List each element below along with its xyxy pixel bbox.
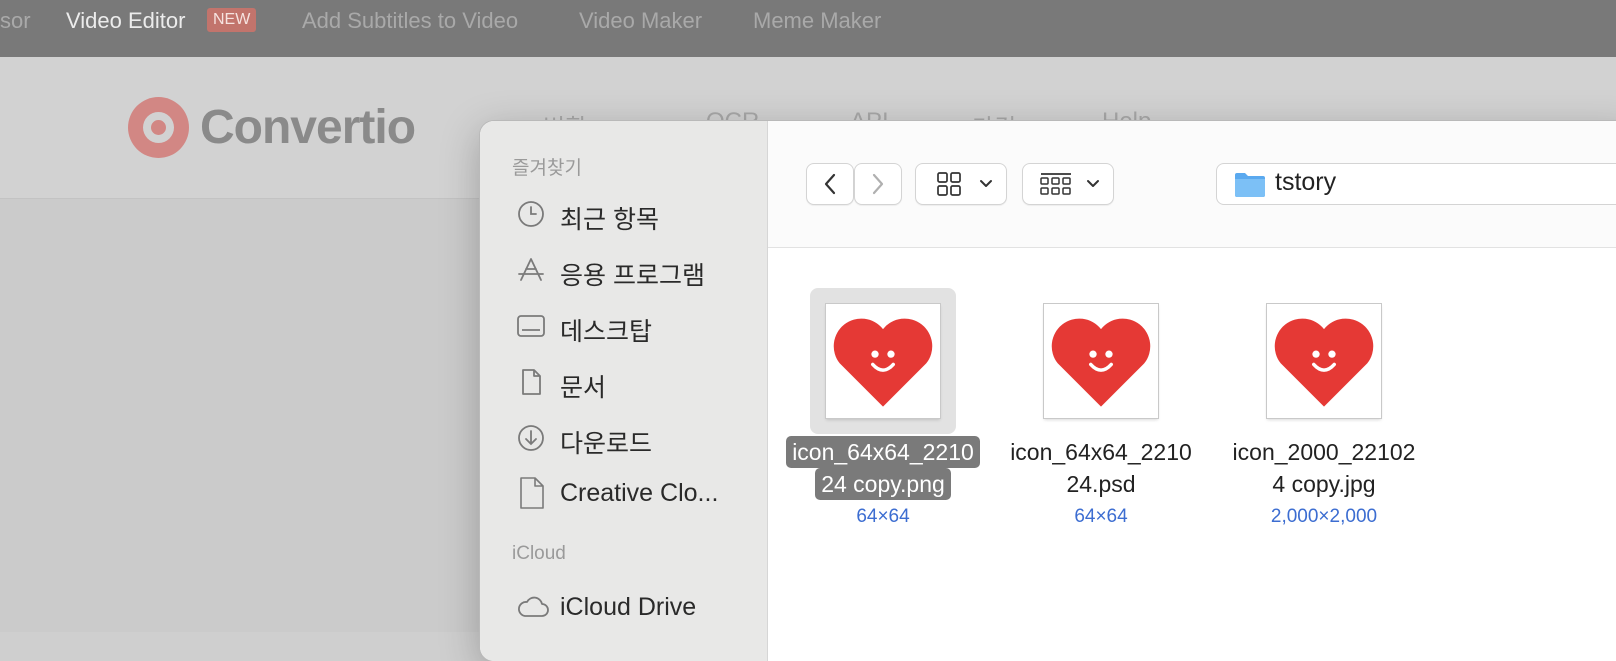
sidebar-item-creative-cloud[interactable]: Creative Clo... [516,473,761,513]
sidebar-item-documents[interactable]: 문서 [516,362,761,402]
group-by-button[interactable] [1022,163,1114,205]
sidebar-item-label: 문서 [560,374,607,402]
file-name-line-2: 24 copy.png [815,468,951,500]
sidebar-item-label: 데스크탑 [560,318,653,346]
nav-item-video-maker[interactable]: Video Maker [579,0,702,42]
sidebar-item-label: 다운로드 [560,430,653,458]
file-open-dialog: 즐겨찾기 최근 항목 응용 프로그램 데스크탑 문서 다운로드 Creative… [480,121,1616,661]
file-thumbnail [826,304,940,418]
nav-item-meme-maker[interactable]: Meme Maker [753,0,881,42]
clock-icon [518,201,544,227]
location-popup[interactable]: tstory [1216,163,1616,205]
finder-sidebar: 즐겨찾기 최근 항목 응용 프로그램 데스크탑 문서 다운로드 Creative… [480,121,768,661]
back-button[interactable] [806,163,854,205]
file-browser-area: icon_64x64_2210 24 copy.png 64×64 icon_6… [768,248,1616,661]
location-name: tstory [1275,168,1337,196]
file-name: icon_64x64_2210 24 copy.png [773,436,993,500]
heart-smile-icon [833,318,933,407]
sidebar-item-label: 응용 프로그램 [560,262,705,290]
favorites-section-title: 즐겨찾기 [512,158,582,179]
forward-button[interactable] [854,163,902,205]
file-name: icon_2000_22102 4 copy.jpg [1214,436,1434,500]
file-dimensions: 64×64 [856,506,910,527]
file-thumbnail-background [1028,288,1174,434]
group-view-icon [1040,173,1099,195]
file-name-line-2: 4 copy.jpg [1272,471,1376,497]
file-thumbnail-background [1251,288,1397,434]
file-dimensions: 64×64 [1074,506,1128,527]
sidebar-item-applications[interactable]: 응용 프로그램 [516,250,761,290]
sidebar-item-label: iCloud Drive [560,593,697,621]
top-nav-bar: sor Video Editor NEW Add Subtitles to Vi… [0,0,1616,57]
heart-smile-icon [1051,318,1151,407]
file-name-line-2: 24.psd [1066,471,1136,497]
document-icon [522,369,541,395]
icloud-section-title: iCloud [512,543,566,564]
dialog-toolbar: tstory [768,121,1616,248]
download-icon [518,425,544,451]
file-name-line-1: icon_64x64_2210 [1010,439,1192,465]
chevron-left-icon [824,173,836,195]
file-icon [520,477,544,509]
new-badge: NEW [207,8,257,32]
sidebar-item-desktop[interactable]: 데스크탑 [516,306,761,346]
desktop-icon [517,315,545,337]
nav-item-sor[interactable]: sor [0,0,31,42]
sidebar-item-icloud-drive[interactable]: iCloud Drive [516,587,761,627]
nav-item-add-subtitles[interactable]: Add Subtitles to Video [302,0,518,42]
sidebar-item-label: 최근 항목 [560,206,659,234]
view-mode-button[interactable] [915,163,1007,205]
cloud-icon [518,596,549,617]
sidebar-item-label: Creative Clo... [560,479,719,507]
sidebar-item-downloads[interactable]: 다운로드 [516,418,761,458]
convertio-logo-icon[interactable] [128,97,189,158]
applications-icon [518,258,544,281]
file-name-line-1: icon_2000_22102 [1232,439,1416,465]
chevron-right-icon [872,173,884,195]
brand-name[interactable]: Convertio [200,100,416,155]
heart-smile-icon [1274,318,1374,407]
file-name: icon_64x64_2210 24.psd [991,436,1211,500]
nav-item-video-editor[interactable]: Video Editor [66,0,185,42]
file-dimensions: 2,000×2,000 [1270,506,1378,527]
file-thumbnail [1044,304,1158,418]
folder-icon [1235,173,1265,197]
file-name-line-1: icon_64x64_2210 [786,436,980,468]
sidebar-item-recents[interactable]: 최근 항목 [516,194,761,234]
file-thumbnail [1267,304,1381,418]
file-thumbnail-selected-background [810,288,956,434]
grid-view-icon [937,172,992,196]
